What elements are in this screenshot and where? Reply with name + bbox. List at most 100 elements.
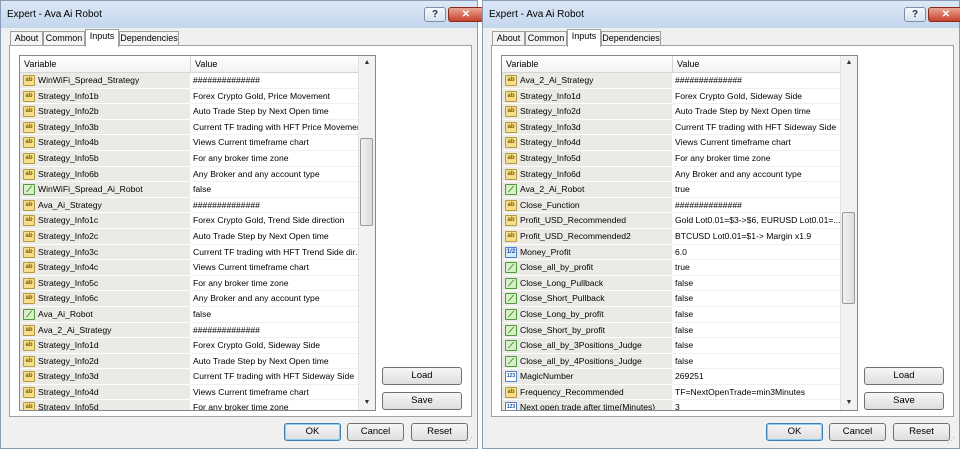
value-cell[interactable]: Current TF trading with HFT Trend Side d… (191, 245, 359, 261)
scroll-thumb[interactable] (360, 138, 373, 226)
parameter-row[interactable]: ⟋ Close_Short_Pullback false (502, 291, 841, 307)
column-header-variable[interactable]: Variable (20, 56, 191, 72)
value-cell[interactable]: Auto Trade Step by Next Open time (191, 104, 359, 120)
value-cell[interactable]: false (673, 291, 841, 307)
value-cell[interactable]: ############## (673, 198, 841, 214)
value-cell[interactable]: Auto Trade Step by Next Open time (191, 354, 359, 370)
variable-cell[interactable]: ab Strategy_Info5d (20, 400, 190, 410)
tab-about[interactable]: About (10, 31, 43, 46)
tab-common[interactable]: Common (525, 31, 567, 46)
parameter-row[interactable]: ⟋ Close_Short_by_profit false (502, 322, 841, 339)
variable-cell[interactable]: ⟋ Close_Short_Pullback (502, 291, 672, 307)
value-cell[interactable]: Current TF trading with HFT Sideway Side (673, 120, 841, 136)
variable-cell[interactable]: ⟋ Ava_2_Ai_Robot (502, 182, 672, 198)
ok-button[interactable]: OK (766, 423, 823, 441)
parameter-row[interactable]: ab Strategy_Info3b Current TF trading with… (20, 119, 359, 136)
parameter-row[interactable]: ⟋ Close_all_by_profit true (502, 260, 841, 276)
parameter-row[interactable]: ⟋ WinWiFi_Spread_Ai_Robot false (20, 182, 359, 198)
save-button[interactable]: Save (864, 392, 944, 410)
variable-cell[interactable]: ab Strategy_Info2b (20, 104, 190, 120)
value-cell[interactable]: For any broker time zone (191, 151, 359, 167)
value-cell[interactable]: 3 (673, 400, 841, 410)
parameter-row[interactable]: ab Strategy_Info2b Auto Trade Step by Next… (20, 104, 359, 120)
parameter-row[interactable]: ab Strategy_Info4d Views Current timeframe… (20, 384, 359, 401)
scroll-up-arrow-icon[interactable]: ▲ (359, 56, 375, 70)
value-cell[interactable]: For any broker time zone (673, 151, 841, 167)
variable-cell[interactable]: ab WinWiFi_Spread_Strategy (20, 73, 190, 89)
variable-cell[interactable]: ab Strategy_Info4b (20, 135, 190, 151)
variable-cell[interactable]: ab Strategy_Info6b (20, 166, 190, 183)
variable-cell[interactable]: ab Strategy_Info1c (20, 213, 190, 229)
variable-cell[interactable]: 123 MagicNumber (502, 369, 672, 385)
tab-dependencies[interactable]: Dependencies (601, 31, 661, 46)
scroll-thumb[interactable] (842, 212, 855, 304)
parameter-row[interactable]: ab Strategy_Info5b For any broker time zon… (20, 150, 359, 167)
value-cell[interactable]: Any Broker and any account type (191, 167, 359, 183)
reset-button[interactable]: Reset (893, 423, 950, 441)
value-cell[interactable]: ############## (191, 198, 359, 214)
scroll-up-arrow-icon[interactable]: ▲ (841, 56, 857, 70)
variable-cell[interactable]: ab Strategy_Info2c (20, 228, 190, 245)
parameter-row[interactable]: ⟋ Close_Long_by_profit false (502, 306, 841, 323)
parameter-row[interactable]: ab Strategy_Info4b Views Current timeframe… (20, 135, 359, 151)
value-cell[interactable]: Forex Crypto Gold, Price Movement (191, 89, 359, 105)
value-cell[interactable]: false (673, 276, 841, 292)
ok-button[interactable]: OK (284, 423, 341, 441)
value-cell[interactable]: ############## (191, 73, 359, 89)
close-button[interactable]: ✕ (448, 7, 484, 22)
reset-button[interactable]: Reset (411, 423, 468, 441)
value-cell[interactable]: Current TF trading with HFT Price Moveme… (191, 120, 359, 136)
variable-cell[interactable]: ab Strategy_Info4c (20, 260, 190, 276)
close-button[interactable]: ✕ (928, 7, 960, 22)
variable-cell[interactable]: ab Strategy_Info3d (20, 369, 190, 385)
parameter-row[interactable]: 123 MagicNumber 269251 (502, 369, 841, 385)
column-header-variable[interactable]: Variable (502, 56, 673, 72)
value-cell[interactable]: Auto Trade Step by Next Open time (673, 104, 841, 120)
parameter-row[interactable]: ab Strategy_Info5c For any broker time zon… (20, 275, 359, 292)
value-cell[interactable]: true (673, 260, 841, 276)
variable-cell[interactable]: ab Strategy_Info3c (20, 244, 190, 261)
parameter-row[interactable]: ab Strategy_Info3d Current TF trading with… (502, 119, 841, 136)
parameter-row[interactable]: ab Strategy_Info1d Forex Crypto Gold, Side… (502, 88, 841, 105)
parameter-row[interactable]: ab Strategy_Info6d Any Broker and any acco… (502, 166, 841, 183)
parameter-row[interactable]: ab Strategy_Info4d Views Current timeframe… (502, 135, 841, 151)
variable-cell[interactable]: ab Strategy_Info6c (20, 291, 190, 307)
parameter-row[interactable]: 1/2 Money_Profit 6.0 (502, 244, 841, 261)
value-cell[interactable]: TF=NextOpenTrade=min3Minutes (673, 385, 841, 401)
variable-cell[interactable]: ab Ava_2_Ai_Strategy (502, 73, 672, 89)
tab-inputs[interactable]: Inputs (567, 29, 601, 47)
tab-about[interactable]: About (492, 31, 525, 46)
parameter-row[interactable]: ab Strategy_Info2d Auto Trade Step by Next… (502, 104, 841, 120)
parameter-row[interactable]: ab Strategy_Info6c Any Broker and any acco… (20, 291, 359, 307)
tab-inputs[interactable]: Inputs (85, 29, 119, 47)
value-cell[interactable]: Views Current timeframe chart (191, 260, 359, 276)
value-cell[interactable]: Any Broker and any account type (673, 167, 841, 183)
parameter-row[interactable]: ab Profit_USD_Recommended2 BTCUSD Lot0.01=… (502, 228, 841, 245)
variable-cell[interactable]: ⟋ Close_Long_Pullback (502, 275, 672, 292)
inputs-grid[interactable]: Variable Value ab WinWiFi_Spread_Strategy… (19, 55, 376, 411)
parameter-row[interactable]: ab Profit_USD_Recommended Gold Lot0.01=$3-… (502, 213, 841, 229)
variable-cell[interactable]: ab Strategy_Info1b (20, 88, 190, 105)
variable-cell[interactable]: ab Strategy_Info4d (20, 384, 190, 401)
variable-cell[interactable]: ab Strategy_Info3b (20, 119, 190, 136)
variable-cell[interactable]: ⟋ Close_all_by_4Positions_Judge (502, 353, 672, 370)
value-cell[interactable]: Forex Crypto Gold, Sideway Side (191, 338, 359, 354)
variable-cell[interactable]: ab Strategy_Info3d (502, 119, 672, 136)
help-button[interactable]: ? (424, 7, 446, 22)
variable-cell[interactable]: ab Profit_USD_Recommended2 (502, 228, 672, 245)
parameter-row[interactable]: ab Strategy_Info5d For any broker time zon… (20, 400, 359, 410)
variable-cell[interactable]: ⟋ Close_Short_by_profit (502, 322, 672, 339)
value-cell[interactable]: ############## (191, 323, 359, 339)
variable-cell[interactable]: ab Strategy_Info2d (502, 104, 672, 120)
save-button[interactable]: Save (382, 392, 462, 410)
grid-scrollbar[interactable]: ▲ ▼ (840, 56, 857, 410)
variable-cell[interactable]: ab Strategy_Info5c (20, 275, 190, 292)
variable-cell[interactable]: ⟋ WinWiFi_Spread_Ai_Robot (20, 182, 190, 198)
value-cell[interactable]: Views Current timeframe chart (191, 385, 359, 401)
parameter-row[interactable]: ab Strategy_Info3c Current TF trading with… (20, 244, 359, 261)
variable-cell[interactable]: ab Strategy_Info5d (502, 150, 672, 167)
value-cell[interactable]: For any broker time zone (191, 276, 359, 292)
variable-cell[interactable]: ab Ava_Ai_Strategy (20, 197, 190, 214)
value-cell[interactable]: Current TF trading with HFT Sideway Side (191, 369, 359, 385)
parameter-row[interactable]: ab Close_Function ############## (502, 197, 841, 214)
